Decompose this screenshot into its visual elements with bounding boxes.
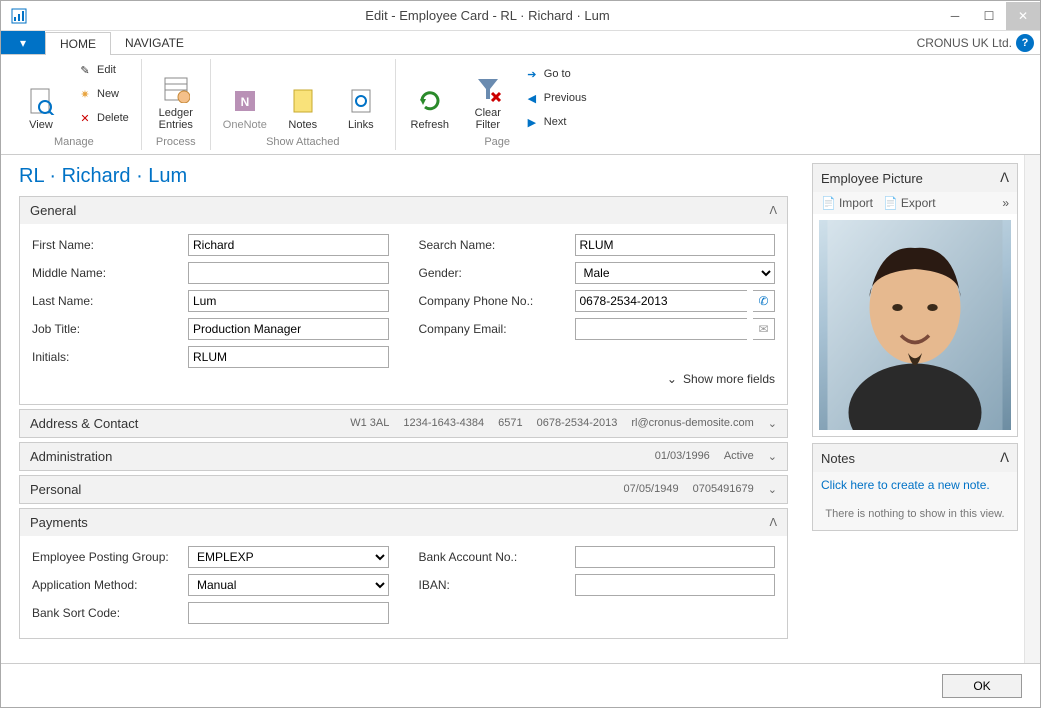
fasttab-address-header[interactable]: Address & Contact W1 3AL 1234-1643-4384 … <box>20 410 787 437</box>
notes-button[interactable]: Notes <box>277 59 329 131</box>
new-button[interactable]: ✷New <box>73 83 133 105</box>
ribbon: View ✎Edit ✷New ✕Delete Manage Ledger En… <box>1 55 1040 155</box>
onenote-icon: N <box>229 85 261 117</box>
refresh-icon <box>414 85 446 117</box>
chevron-right-icon: ▶ <box>524 114 540 130</box>
window-title: Edit - Employee Card - RL · Richard · Lu… <box>37 8 938 23</box>
middle-name-field[interactable] <box>188 262 389 284</box>
edit-button[interactable]: ✎Edit <box>73 59 133 81</box>
fasttab-general-header[interactable]: General ᐱ <box>20 197 787 224</box>
bank-account-field[interactable] <box>575 546 776 568</box>
clear-filter-icon <box>472 73 504 105</box>
fasttab-payments-header[interactable]: Payments ᐱ <box>20 509 787 536</box>
chevron-up-icon[interactable]: ᐱ <box>1000 450 1009 466</box>
import-button[interactable]: 📄Import <box>821 196 873 210</box>
import-icon: 📄 <box>821 196 836 210</box>
more-icon[interactable]: » <box>1002 196 1009 210</box>
file-menu[interactable]: ▾ <box>1 31 45 54</box>
scrollbar[interactable] <box>1024 155 1040 663</box>
footer: OK <box>1 663 1040 707</box>
title-bar: Edit - Employee Card - RL · Richard · Lu… <box>1 1 1040 31</box>
search-name-field[interactable] <box>575 234 776 256</box>
close-button[interactable]: ✕ <box>1006 2 1040 30</box>
links-icon <box>345 85 377 117</box>
fasttab-general: General ᐱ First Name: Middle Name: Last … <box>19 196 788 405</box>
chevron-left-icon: ◀ <box>524 90 540 106</box>
chevron-down-icon: ⌄ <box>768 450 777 463</box>
onenote-button[interactable]: N OneNote <box>219 59 271 131</box>
ribbon-tabs: ▾ HOME NAVIGATE CRONUS UK Ltd. ? <box>1 31 1040 55</box>
group-show-attached: Show Attached <box>266 136 339 150</box>
fasttab-administration-header[interactable]: Administration 01/03/1996 Active ⌄ <box>20 443 787 470</box>
show-more-fields[interactable]: ⌄Show more fields <box>32 368 775 390</box>
maximize-button[interactable]: ☐ <box>972 2 1006 30</box>
ok-button[interactable]: OK <box>942 674 1022 698</box>
fasttab-personal: Personal 07/05/1949 0705491679 ⌄ <box>19 475 788 504</box>
fasttab-address-contact: Address & Contact W1 3AL 1234-1643-4384 … <box>19 409 788 438</box>
bank-sort-code-field[interactable] <box>188 602 389 624</box>
help-icon[interactable]: ? <box>1016 34 1034 52</box>
company-email-field[interactable] <box>575 318 748 340</box>
view-icon <box>25 85 57 117</box>
delete-icon: ✕ <box>77 110 93 126</box>
notes-empty-text: There is nothing to show in this view. <box>813 498 1017 530</box>
initials-field[interactable] <box>188 346 389 368</box>
notes-panel: Notesᐱ Click here to create a new note. … <box>812 443 1018 531</box>
new-icon: ✷ <box>77 86 93 102</box>
goto-button[interactable]: ➔Go to <box>520 63 591 85</box>
chevron-up-icon: ᐱ <box>769 204 777 217</box>
chevron-up-icon[interactable]: ᐱ <box>1000 170 1009 186</box>
group-process: Process <box>156 136 196 150</box>
chevron-down-icon: ⌄ <box>768 483 777 496</box>
fasttab-administration: Administration 01/03/1996 Active ⌄ <box>19 442 788 471</box>
phone-action-icon[interactable]: ✆ <box>753 290 775 312</box>
posting-group-select[interactable]: EMPLEXP <box>188 546 389 568</box>
group-page: Page <box>484 136 510 150</box>
group-manage: Manage <box>54 136 94 150</box>
fasttab-payments: Payments ᐱ Employee Posting Group:EMPLEX… <box>19 508 788 639</box>
notes-icon <box>287 85 319 117</box>
tab-navigate[interactable]: NAVIGATE <box>111 31 198 54</box>
page-title: RL · Richard · Lum <box>19 165 788 188</box>
fasttab-personal-header[interactable]: Personal 07/05/1949 0705491679 ⌄ <box>20 476 787 503</box>
clear-filter-button[interactable]: Clear Filter <box>462 59 514 131</box>
export-button[interactable]: 📄Export <box>883 196 936 210</box>
company-phone-field[interactable] <box>575 290 748 312</box>
chevron-up-icon: ᐱ <box>769 516 777 529</box>
last-name-field[interactable] <box>188 290 389 312</box>
job-title-field[interactable] <box>188 318 389 340</box>
company-label: CRONUS UK Ltd. ? <box>911 31 1040 54</box>
app-icon <box>7 4 31 28</box>
chevron-down-icon: ⌄ <box>667 372 677 386</box>
svg-text:N: N <box>240 95 249 109</box>
iban-field[interactable] <box>575 574 776 596</box>
previous-button[interactable]: ◀Previous <box>520 87 591 109</box>
ledger-entries-button[interactable]: Ledger Entries <box>150 59 202 131</box>
application-method-select[interactable]: Manual <box>188 574 389 596</box>
ledger-icon <box>160 73 192 105</box>
links-button[interactable]: Links <box>335 59 387 131</box>
next-button[interactable]: ▶Next <box>520 111 591 133</box>
gender-select[interactable]: Male <box>575 262 776 284</box>
main-content: RL · Richard · Lum General ᐱ First Name:… <box>1 155 806 663</box>
chevron-down-icon: ⌄ <box>768 417 777 430</box>
pencil-icon: ✎ <box>77 62 93 78</box>
employee-photo <box>819 220 1011 430</box>
first-name-field[interactable] <box>188 234 389 256</box>
minimize-button[interactable]: ─ <box>938 2 972 30</box>
delete-button[interactable]: ✕Delete <box>73 107 133 129</box>
create-note-link[interactable]: Click here to create a new note. <box>813 472 1017 498</box>
refresh-button[interactable]: Refresh <box>404 59 456 131</box>
export-icon: 📄 <box>883 196 898 210</box>
tab-home[interactable]: HOME <box>45 32 111 55</box>
side-panels: Employee Pictureᐱ 📄Import 📄Export » <box>806 155 1024 663</box>
employee-picture-panel: Employee Pictureᐱ 📄Import 📄Export » <box>812 163 1018 437</box>
view-button[interactable]: View <box>15 59 67 131</box>
email-action-icon[interactable]: ✉ <box>753 318 775 340</box>
arrow-right-icon: ➔ <box>524 66 540 82</box>
